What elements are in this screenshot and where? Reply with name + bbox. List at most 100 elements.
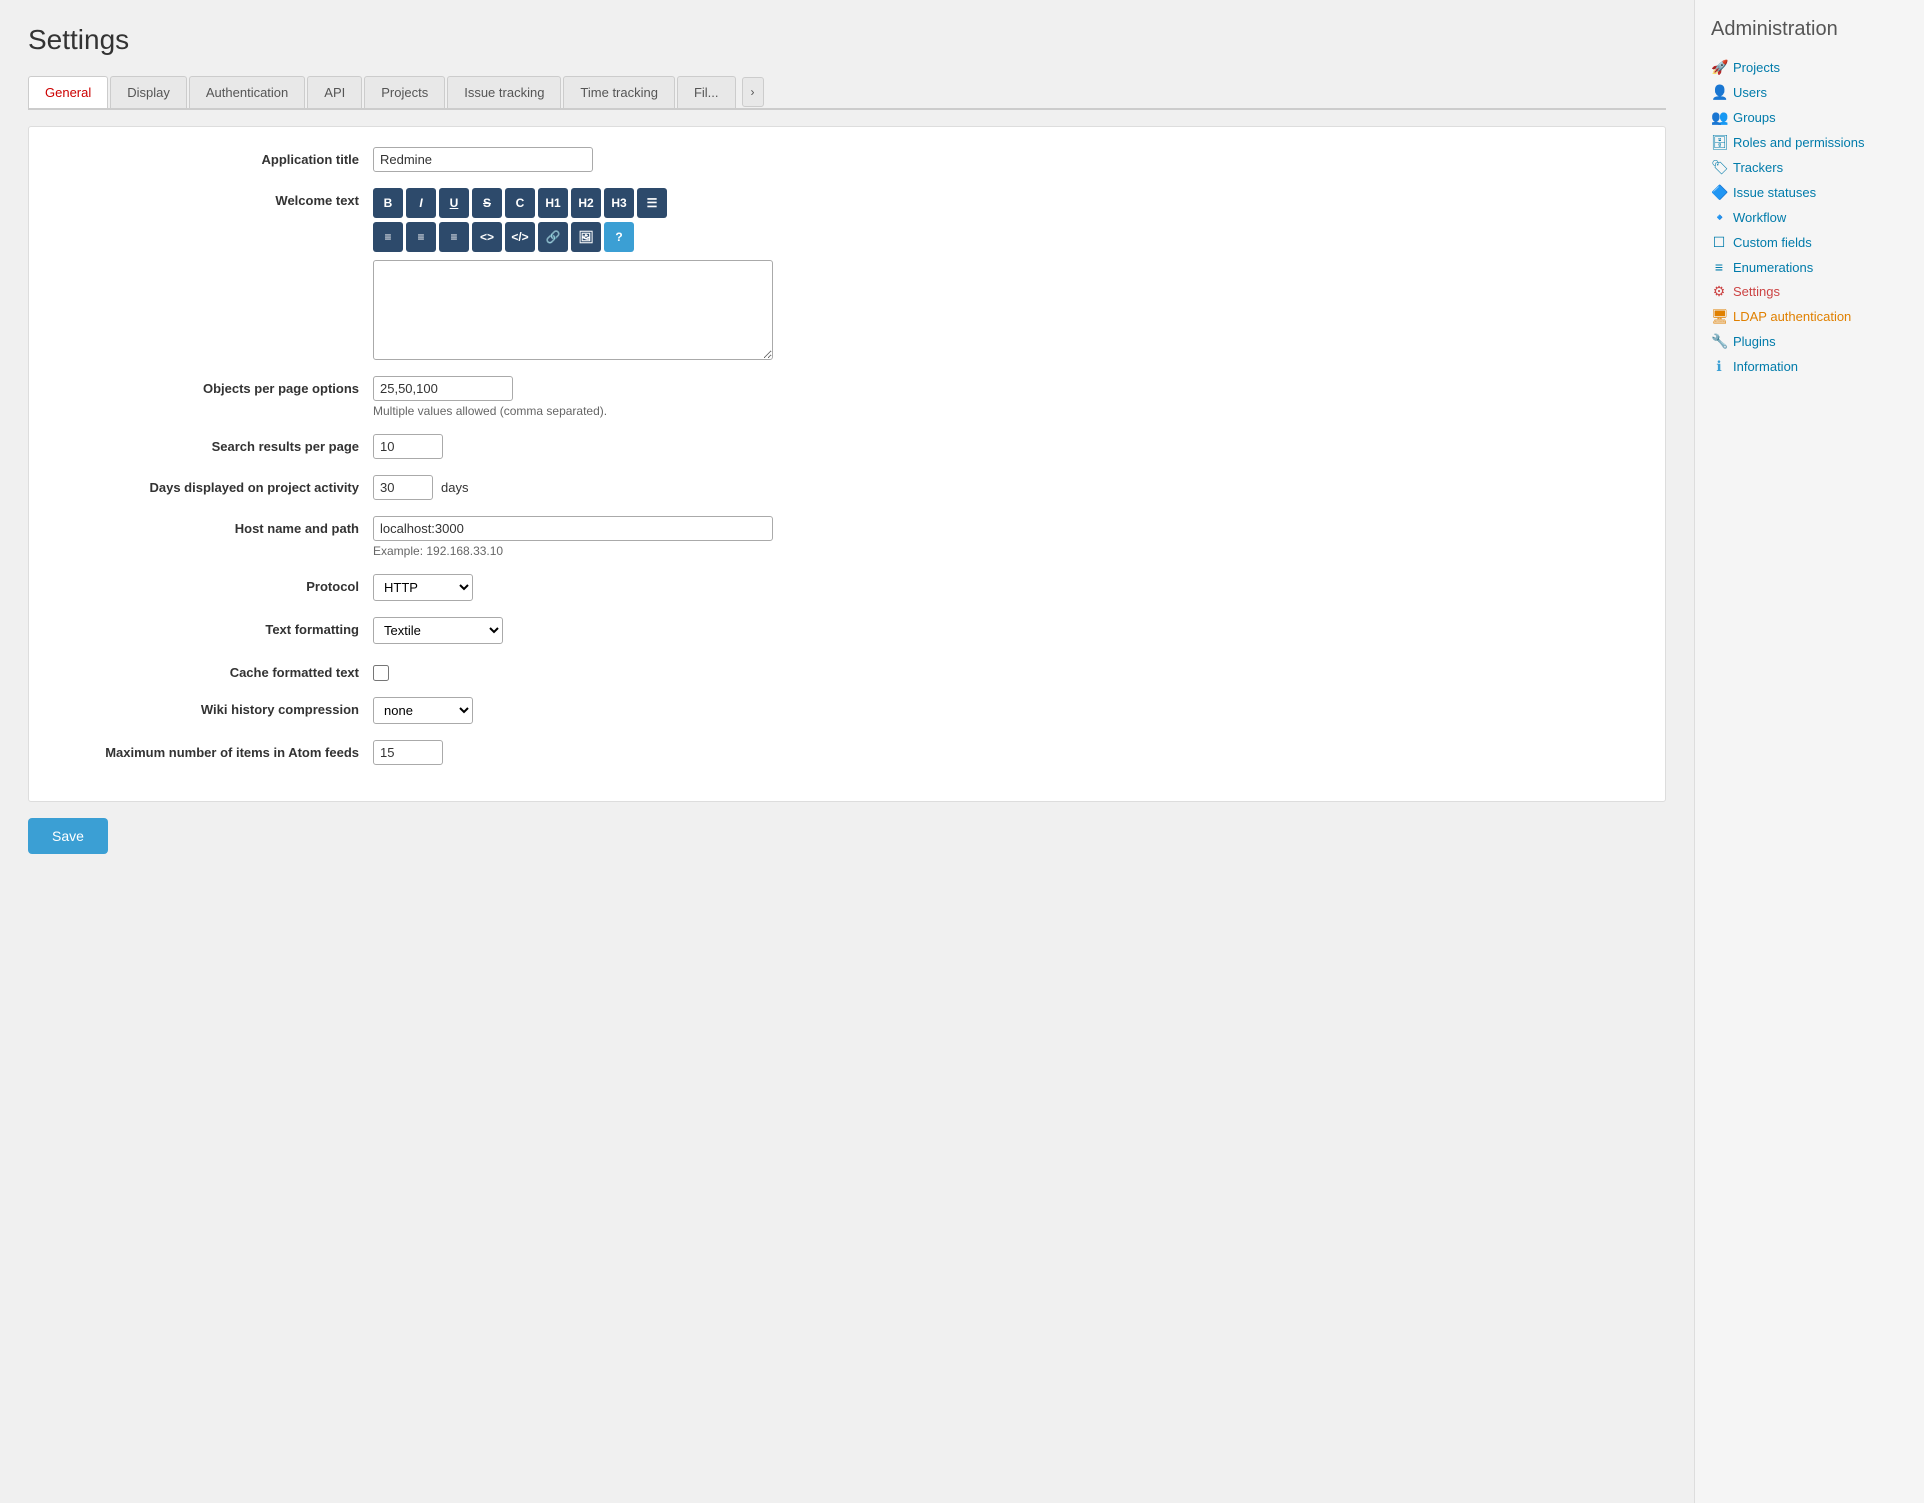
hostname-input[interactable]: [373, 516, 773, 541]
toolbar-row2: ≡ ≡ ≡ <> </> 🔗 🖼 ?: [373, 222, 1641, 252]
sidebar-item-ldap[interactable]: 🖥 LDAP authentication: [1711, 304, 1908, 329]
search-results-input[interactable]: [373, 434, 443, 459]
hostname-field: Example: 192.168.33.10: [373, 516, 1641, 558]
days-displayed-label: Days displayed on project activity: [53, 475, 373, 495]
atom-feeds-input[interactable]: [373, 740, 443, 765]
gear-icon: ⚙: [1711, 283, 1727, 300]
toolbar-h2[interactable]: H2: [571, 188, 601, 218]
main-content: Settings General Display Authentication …: [0, 0, 1694, 1503]
toolbar-image[interactable]: 🖼: [571, 222, 601, 252]
toolbar-help[interactable]: ?: [604, 222, 634, 252]
sidebar-item-trackers[interactable]: 🏷 Trackers: [1711, 155, 1908, 180]
issue-icon: 🔷: [1711, 184, 1727, 201]
sidebar-item-enumerations[interactable]: ≡ Enumerations: [1711, 255, 1908, 279]
plugin-icon: 🔧: [1711, 333, 1727, 350]
objects-per-page-field: Multiple values allowed (comma separated…: [373, 376, 1641, 418]
sidebar-item-roles-label: Roles and permissions: [1733, 135, 1865, 150]
sidebar-item-workflow-label: Workflow: [1733, 210, 1786, 225]
field-icon: ☐: [1711, 234, 1727, 251]
text-format-row: Text formatting Textile Markdown None: [53, 617, 1641, 644]
flow-icon: 🔹: [1711, 209, 1727, 226]
sidebar-item-plugins-label: Plugins: [1733, 334, 1776, 349]
toolbar-inline-code[interactable]: <>: [472, 222, 502, 252]
rocket-icon: 🚀: [1711, 59, 1727, 76]
toolbar-h3[interactable]: H3: [604, 188, 634, 218]
tab-issue-tracking[interactable]: Issue tracking: [447, 76, 561, 108]
objects-per-page-hint: Multiple values allowed (comma separated…: [373, 404, 1641, 418]
enum-icon: ≡: [1711, 259, 1727, 275]
toolbar-italic[interactable]: I: [406, 188, 436, 218]
sidebar-item-roles[interactable]: 🗄 Roles and permissions: [1711, 130, 1908, 155]
save-button[interactable]: Save: [28, 818, 108, 854]
objects-per-page-input[interactable]: [373, 376, 513, 401]
db-icon: 🗄: [1711, 134, 1727, 151]
welcome-text-label: Welcome text: [53, 188, 373, 208]
ldap-icon: 🖥: [1711, 308, 1727, 325]
app-title-input[interactable]: [373, 147, 593, 172]
toolbar-h1[interactable]: H1: [538, 188, 568, 218]
toolbar-unordered-list[interactable]: ≡: [373, 222, 403, 252]
tab-display[interactable]: Display: [110, 76, 187, 108]
toolbar-code[interactable]: C: [505, 188, 535, 218]
toolbar-code-block[interactable]: </>: [505, 222, 535, 252]
welcome-textarea[interactable]: [373, 260, 773, 360]
user-icon: 👤: [1711, 84, 1727, 101]
app-title-label: Application title: [53, 147, 373, 167]
sidebar-item-custom-fields-label: Custom fields: [1733, 235, 1812, 250]
tab-api[interactable]: API: [307, 76, 362, 108]
toolbar-right[interactable]: ≡: [439, 222, 469, 252]
sidebar-item-enumerations-label: Enumerations: [1733, 260, 1813, 275]
objects-per-page-label: Objects per page options: [53, 376, 373, 396]
text-format-select[interactable]: Textile Markdown None: [373, 617, 503, 644]
sidebar-item-settings-label: Settings: [1733, 284, 1780, 299]
tab-fil[interactable]: Fil...: [677, 76, 736, 108]
tab-authentication[interactable]: Authentication: [189, 76, 305, 108]
atom-feeds-field: [373, 740, 1641, 765]
toolbar-list[interactable]: ☰: [637, 188, 667, 218]
sidebar-item-information[interactable]: ℹ Information: [1711, 354, 1908, 379]
cache-label: Cache formatted text: [53, 660, 373, 680]
sidebar-item-workflow[interactable]: 🔹 Workflow: [1711, 205, 1908, 230]
wiki-compress-label: Wiki history compression: [53, 697, 373, 717]
tab-time-tracking[interactable]: Time tracking: [563, 76, 675, 108]
hostname-label: Host name and path: [53, 516, 373, 536]
toolbar-row1: B I U S C H1 H2 H3 ☰: [373, 188, 1641, 218]
toolbar-bold[interactable]: B: [373, 188, 403, 218]
tag-icon: 🏷: [1711, 159, 1727, 176]
hostname-hint: Example: 192.168.33.10: [373, 544, 1641, 558]
days-displayed-row: Days displayed on project activity days: [53, 475, 1641, 500]
sidebar-item-settings[interactable]: ⚙ Settings: [1711, 279, 1908, 304]
toolbar-center[interactable]: ≡: [406, 222, 436, 252]
cache-checkbox[interactable]: [373, 665, 389, 681]
protocol-field: HTTP HTTPS: [373, 574, 1641, 601]
app-title-field: [373, 147, 1641, 172]
protocol-select[interactable]: HTTP HTTPS: [373, 574, 473, 601]
sidebar-item-users[interactable]: 👤 Users: [1711, 80, 1908, 105]
days-displayed-input[interactable]: [373, 475, 433, 500]
sidebar-item-issue-statuses-label: Issue statuses: [1733, 185, 1816, 200]
atom-feeds-row: Maximum number of items in Atom feeds: [53, 740, 1641, 765]
text-format-field: Textile Markdown None: [373, 617, 1641, 644]
sidebar-item-issue-statuses[interactable]: 🔷 Issue statuses: [1711, 180, 1908, 205]
wiki-compress-field: none gzip: [373, 697, 1641, 724]
sidebar-item-plugins[interactable]: 🔧 Plugins: [1711, 329, 1908, 354]
sidebar-item-trackers-label: Trackers: [1733, 160, 1783, 175]
hostname-row: Host name and path Example: 192.168.33.1…: [53, 516, 1641, 558]
days-unit: days: [441, 480, 468, 495]
tabs-list: General Display Authentication API Proje…: [28, 76, 738, 108]
sidebar: Administration 🚀 Projects 👤 Users 👥 Grou…: [1694, 0, 1924, 1503]
app-title-row: Application title: [53, 147, 1641, 172]
sidebar-item-groups[interactable]: 👥 Groups: [1711, 105, 1908, 130]
sidebar-item-custom-fields[interactable]: ☐ Custom fields: [1711, 230, 1908, 255]
sidebar-item-projects[interactable]: 🚀 Projects: [1711, 55, 1908, 80]
toolbar-strikethrough[interactable]: S: [472, 188, 502, 218]
tab-projects[interactable]: Projects: [364, 76, 445, 108]
wiki-compress-select[interactable]: none gzip: [373, 697, 473, 724]
tab-general[interactable]: General: [28, 76, 108, 108]
welcome-text-row: Welcome text B I U S C H1 H2 H3 ☰ ≡ ≡ ≡: [53, 188, 1641, 360]
toolbar-link[interactable]: 🔗: [538, 222, 568, 252]
sidebar-item-groups-label: Groups: [1733, 110, 1776, 125]
toolbar-underline[interactable]: U: [439, 188, 469, 218]
tab-scroll-right[interactable]: ›: [742, 77, 764, 107]
sidebar-item-users-label: Users: [1733, 85, 1767, 100]
